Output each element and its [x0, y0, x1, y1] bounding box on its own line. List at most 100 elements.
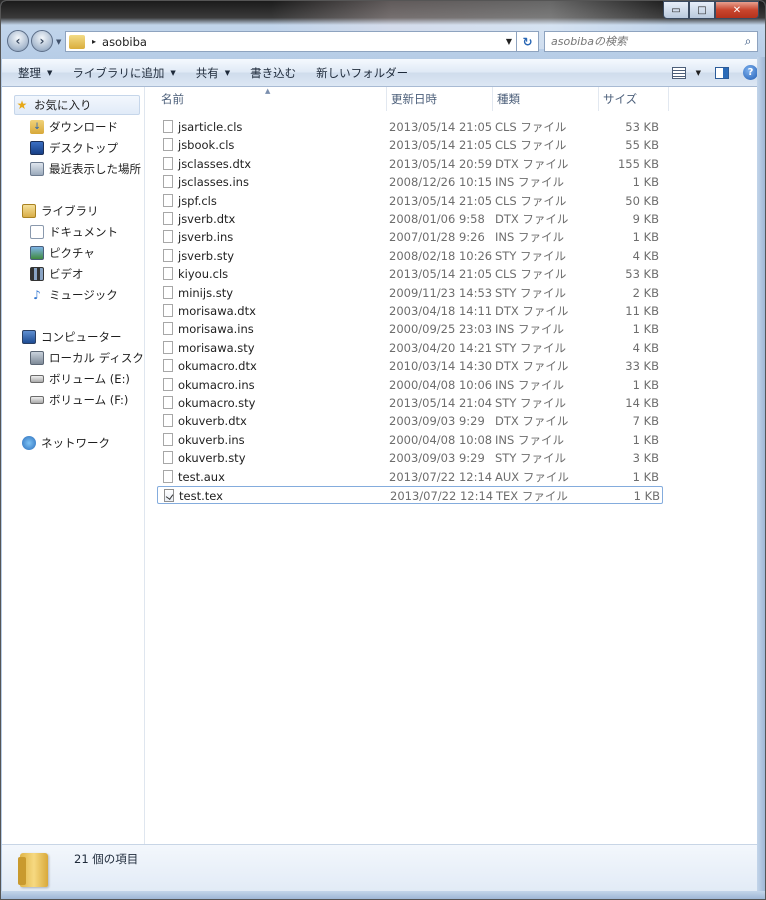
- file-row[interactable]: jspf.cls 2013/05/14 21:05 CLS ファイル 50 KB: [157, 192, 663, 210]
- back-button[interactable]: ‹: [7, 30, 29, 52]
- new-folder-label: 新しいフォルダー: [316, 65, 409, 80]
- refresh-button[interactable]: ↻: [517, 31, 539, 52]
- file-type: STY ファイル: [495, 451, 567, 466]
- nav-downloads[interactable]: ↓ ダウンロード: [30, 117, 118, 137]
- column-header-name-label: 名前: [161, 92, 184, 106]
- pictures-icon: [30, 246, 44, 260]
- file-row[interactable]: jsclasses.dtx 2013/05/14 20:59 DTX ファイル 155…: [157, 155, 663, 173]
- file-size: 53 KB: [625, 267, 659, 282]
- file-row[interactable]: test.aux 2013/07/22 12:14 AUX ファイル 1 KB: [157, 468, 663, 486]
- file-row[interactable]: okuverb.dtx 2003/09/03 9:29 DTX ファイル 7 KB: [157, 412, 663, 430]
- file-type: STY ファイル: [495, 340, 567, 355]
- burn-button[interactable]: 書き込む: [240, 59, 306, 86]
- nav-favorites[interactable]: ★ お気に入り: [14, 95, 140, 115]
- add-to-library-button[interactable]: ライブラリに追加 ▼: [62, 59, 185, 86]
- column-header-name[interactable]: 名前: [157, 87, 387, 111]
- file-row[interactable]: okumacro.ins 2000/04/08 10:06 INS ファイル 1 KB: [157, 376, 663, 394]
- nav-desktop[interactable]: デスクトップ: [30, 138, 118, 158]
- nav-documents[interactable]: ドキュメント: [30, 222, 118, 242]
- file-row[interactable]: jsbook.cls 2013/05/14 21:05 CLS ファイル 55 KB: [157, 136, 663, 154]
- file-name: jspf.cls: [178, 193, 217, 208]
- file-type: STY ファイル: [495, 396, 567, 410]
- minimize-button[interactable]: ▭: [663, 1, 689, 19]
- content-area: ★ お気に入り ↓ ダウンロード デスクトップ 最近表示した場所 ライブラリ ド…: [2, 87, 757, 845]
- help-icon[interactable]: ?: [743, 65, 758, 80]
- file-row[interactable]: jsclasses.ins 2008/12/26 10:15 INS ファイル 1 K…: [157, 173, 663, 191]
- file-row[interactable]: jsarticle.cls 2013/05/14 21:05 CLS ファイル 53 …: [157, 118, 663, 136]
- file-icon: [163, 340, 173, 354]
- file-type: TEX ファイル: [496, 489, 568, 503]
- file-name: minijs.sty: [178, 285, 234, 300]
- maximize-button[interactable]: □: [689, 1, 715, 19]
- nav-libraries-label: ライブラリ: [41, 204, 99, 218]
- file-name: jsbook.cls: [178, 138, 235, 153]
- file-date: 2010/03/14 14:30: [389, 359, 493, 374]
- nav-computer-label: コンピューター: [41, 330, 122, 344]
- file-name: okuverb.ins: [178, 432, 245, 447]
- file-row[interactable]: jsverb.dtx 2008/01/06 9:58 DTX ファイル 9 KB: [157, 210, 663, 228]
- new-folder-button[interactable]: 新しいフォルダー: [306, 59, 418, 86]
- file-size: 155 KB: [617, 156, 659, 171]
- column-header-size[interactable]: サイズ: [599, 87, 669, 111]
- file-row[interactable]: okuverb.ins 2000/04/08 10:08 INS ファイル 1 KB: [157, 431, 663, 449]
- file-date: 2013/07/22 12:14: [389, 469, 493, 484]
- forward-button[interactable]: ›: [31, 30, 53, 52]
- file-row[interactable]: test.tex 2013/07/22 12:14 TEX ファイル 1 KB: [157, 486, 663, 504]
- address-history-dropdown[interactable]: ▼: [506, 37, 512, 46]
- file-icon: [163, 285, 173, 299]
- organize-button[interactable]: 整理 ▼: [2, 59, 62, 86]
- file-name: okumacro.sty: [178, 396, 256, 410]
- file-type: INS ファイル: [495, 377, 564, 392]
- file-name: kiyou.cls: [178, 267, 229, 282]
- file-row[interactable]: okumacro.dtx 2010/03/14 14:30 DTX ファイル 33 K…: [157, 357, 663, 375]
- column-header-date[interactable]: 更新日時: [387, 87, 493, 111]
- search-icon[interactable]: ⌕: [739, 34, 757, 49]
- nav-videos[interactable]: ビデオ: [30, 264, 84, 284]
- file-row[interactable]: morisawa.dtx 2003/04/18 14:11 DTX ファイル 11 K…: [157, 302, 663, 320]
- chevron-down-icon[interactable]: ▼: [696, 69, 701, 77]
- breadcrumb-separator-icon[interactable]: ▸: [92, 37, 96, 46]
- nav-volume-e[interactable]: ボリューム (E:): [30, 369, 130, 389]
- tex-file-icon: [164, 489, 174, 502]
- nav-local-disk[interactable]: ローカル ディスク (: [30, 348, 144, 368]
- search-input[interactable]: [545, 34, 739, 49]
- file-type: INS ファイル: [495, 322, 564, 337]
- file-row[interactable]: jsverb.sty 2008/02/18 10:26 STY ファイル 4 KB: [157, 247, 663, 265]
- column-header-type[interactable]: 種類: [493, 87, 599, 111]
- preview-pane-icon[interactable]: [715, 66, 729, 79]
- file-row[interactable]: jsverb.ins 2007/01/28 9:26 INS ファイル 1 KB: [157, 228, 663, 246]
- file-icon: [163, 304, 173, 317]
- file-row[interactable]: minijs.sty 2009/11/23 14:53 STY ファイル 2 KB: [157, 284, 663, 302]
- breadcrumb-current-folder[interactable]: asobiba: [102, 35, 147, 49]
- close-button[interactable]: ✕: [715, 1, 759, 19]
- file-size: 50 KB: [625, 193, 659, 208]
- address-bar[interactable]: ▸ asobiba ▼: [65, 31, 517, 52]
- nav-pictures[interactable]: ピクチャ: [30, 243, 95, 263]
- file-name: morisawa.ins: [178, 322, 254, 337]
- view-details-icon[interactable]: [671, 66, 686, 79]
- file-name: test.aux: [178, 469, 225, 484]
- nav-recent-places[interactable]: 最近表示した場所: [30, 159, 141, 179]
- file-size: 33 KB: [625, 359, 659, 374]
- recent-pages-dropdown[interactable]: ▼: [56, 38, 61, 46]
- file-row[interactable]: morisawa.ins 2000/09/25 23:03 INS ファイル 1 KB: [157, 320, 663, 338]
- file-row[interactable]: morisawa.sty 2003/04/20 14:21 STY ファイル 4 KB: [157, 339, 663, 357]
- nav-network[interactable]: ネットワーク: [22, 433, 110, 453]
- nav-computer[interactable]: コンピューター: [22, 327, 122, 347]
- nav-music[interactable]: ♪ ミュージック: [30, 285, 118, 305]
- file-row[interactable]: kiyou.cls 2013/05/14 21:05 CLS ファイル 53 KB: [157, 265, 663, 283]
- file-row[interactable]: okuverb.sty 2003/09/03 9:29 STY ファイル 3 KB: [157, 449, 663, 467]
- file-date: 2000/04/08 10:08: [389, 432, 493, 447]
- file-date: 2013/05/14 21:05: [389, 193, 493, 208]
- burn-label: 書き込む: [250, 65, 297, 80]
- file-date: 2009/11/23 14:53: [389, 285, 493, 300]
- file-size: 1 KB: [632, 230, 659, 245]
- file-date: 2013/07/22 12:14: [390, 489, 494, 503]
- file-row[interactable]: okumacro.sty 2013/05/14 21:04 STY ファイル 14 K…: [157, 394, 663, 412]
- file-list: 名前 ▲ 更新日時 種類 サイズ jsarticle.cls 2013/05/14…: [145, 87, 757, 845]
- nav-libraries[interactable]: ライブラリ: [22, 201, 99, 221]
- nav-volume-f[interactable]: ボリューム (F:): [30, 390, 128, 410]
- window-controls: ▭ □ ✕: [663, 1, 759, 19]
- share-button[interactable]: 共有 ▼: [186, 59, 240, 86]
- folder-icon: [18, 853, 48, 887]
